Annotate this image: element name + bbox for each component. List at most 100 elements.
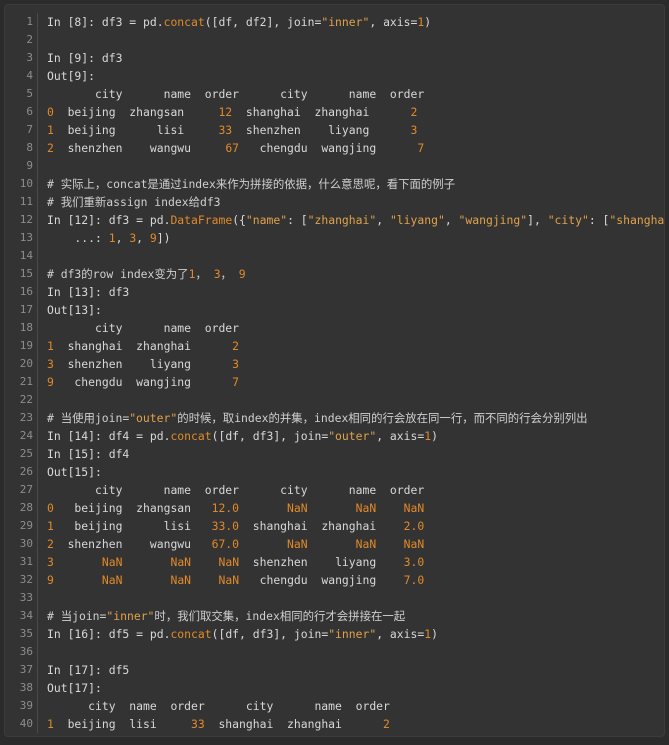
code-token: ) bbox=[431, 627, 438, 641]
code-line: city name order bbox=[47, 319, 664, 337]
code-token: 9 bbox=[149, 231, 157, 245]
line-number: 33 bbox=[19, 591, 33, 604]
line-number: 38 bbox=[19, 681, 33, 694]
code-token: "shanghai" bbox=[609, 213, 665, 227]
line-number: 11 bbox=[19, 195, 33, 208]
code-line: # df3的row index变为了1， 3， 9 bbox=[47, 265, 664, 283]
line-number: 5 bbox=[26, 87, 33, 100]
code-token: 33.0 bbox=[211, 519, 240, 533]
code-token: NaN bbox=[403, 537, 425, 551]
code-token: beijing lisi bbox=[53, 123, 219, 137]
code-token: 2 bbox=[232, 339, 240, 353]
code-token: NaN bbox=[287, 501, 308, 515]
code-token: 33 bbox=[191, 717, 205, 731]
code-token: In [16]: df5 = pd. bbox=[47, 627, 171, 641]
code-token: NaN bbox=[218, 555, 240, 569]
code-token: beijing zhangsan bbox=[53, 501, 212, 515]
code-token: ({ bbox=[232, 213, 246, 227]
code-token: In [8]: df3 = pd. bbox=[47, 15, 164, 29]
code-token: city name order city name order bbox=[47, 87, 425, 101]
code-line: 0 beijing zhangsan 12.0 NaN NaN NaN bbox=[47, 499, 664, 517]
code-token: 1 bbox=[47, 123, 54, 137]
code-token: 7 bbox=[232, 375, 240, 389]
code-line: # 实际上，concat是通过index来作为拼接的依据，什么意思呢，看下面的例… bbox=[47, 175, 664, 193]
code-token: 3 bbox=[213, 267, 221, 281]
line-number: 31 bbox=[19, 555, 33, 568]
code-token: # 实际上，concat是通过index来作为拼接的依据，什么意思呢，看下面的例… bbox=[47, 177, 456, 191]
line-number-gutter: 1 2 3 4 5 6 7 8 9 10 11 12 13 14 15 16 17 18 19 20 21 22 23 24 2… bbox=[5, 13, 38, 733]
code-line: 3 NaN NaN NaN shenzhen liyang 3.0 bbox=[47, 553, 664, 571]
line-number: 18 bbox=[19, 321, 33, 334]
code-token: city name order city name order bbox=[47, 483, 425, 497]
code-token: "inner" bbox=[106, 609, 155, 623]
line-number: 30 bbox=[19, 537, 33, 550]
code-token: 3 bbox=[47, 357, 54, 371]
code-token: 1 bbox=[47, 717, 54, 731]
code-token: Out[17]: bbox=[47, 681, 102, 695]
line-number: 14 bbox=[19, 249, 33, 262]
code-line: 9 NaN NaN NaN chengdu wangjing 7.0 bbox=[47, 571, 664, 589]
line-number: 20 bbox=[19, 357, 33, 370]
code-token: 2 bbox=[410, 105, 418, 119]
code-token: NaN bbox=[355, 501, 377, 515]
code-token: 9 bbox=[238, 267, 246, 281]
code-line: city name order city name order bbox=[47, 481, 664, 499]
code-token: "outer" bbox=[328, 429, 377, 443]
code-token: city name order bbox=[47, 321, 240, 335]
code-token: 9 bbox=[47, 375, 54, 389]
code-token: In [14]: df4 = pd. bbox=[47, 429, 171, 443]
code-line: city name order city name order bbox=[47, 697, 664, 715]
code-token: 1 bbox=[47, 519, 54, 533]
code-line: Out[15]: bbox=[47, 463, 664, 481]
line-number: 19 bbox=[19, 339, 33, 352]
code-token: 2.0 bbox=[403, 519, 425, 533]
code-token: ， bbox=[220, 267, 239, 281]
code-token: 7.0 bbox=[403, 573, 425, 587]
code-line: 1 beijing lisi 33 shenzhen liyang 3 bbox=[47, 121, 664, 139]
code-line: In [8]: df3 = pd.concat([df, df2], join=… bbox=[47, 13, 664, 31]
line-number: 40 bbox=[19, 717, 33, 730]
code-token: ...: bbox=[47, 231, 109, 245]
code-token: 3 bbox=[47, 555, 54, 569]
code-token: , bbox=[136, 231, 150, 245]
code-token: # 我们重新assign index给df3 bbox=[47, 195, 221, 209]
code-token: "city" bbox=[547, 213, 589, 227]
code-token: NaN bbox=[170, 573, 192, 587]
code-token: ([df, df3], join= bbox=[211, 429, 329, 443]
code-token: # 当join= bbox=[47, 609, 107, 623]
code-token: 9 bbox=[47, 573, 54, 587]
code-token: 2 bbox=[47, 537, 54, 551]
code-token: shenzhen liyang bbox=[239, 555, 404, 569]
code-token: ], bbox=[527, 213, 548, 227]
code-token: shenzhen wangwu bbox=[53, 141, 226, 155]
line-number: 28 bbox=[19, 501, 33, 514]
code-token: chengdu wangjing bbox=[239, 141, 418, 155]
code-token: city name order city name order bbox=[47, 699, 390, 713]
code-token: # 当使用join= bbox=[47, 411, 130, 425]
code-line: city name order city name order bbox=[47, 85, 664, 103]
code-token: "zhanghai" bbox=[307, 213, 377, 227]
code-line: 9 chengdu wangjing 7 bbox=[47, 373, 664, 391]
code-token: 2 bbox=[47, 141, 54, 155]
code-token: In [13]: df3 bbox=[47, 285, 130, 299]
code-token: "liyang" bbox=[389, 213, 445, 227]
code-token: NaN bbox=[170, 555, 192, 569]
line-number: 25 bbox=[19, 447, 33, 460]
code-area[interactable]: In [8]: df3 = pd.concat([df, df2], join=… bbox=[47, 13, 664, 733]
line-number: 10 bbox=[19, 177, 33, 190]
line-number: 37 bbox=[19, 663, 33, 676]
code-line: # 我们重新assign index给df3 bbox=[47, 193, 664, 211]
line-number: 24 bbox=[19, 429, 33, 442]
code-editor[interactable]: 1 2 3 4 5 6 7 8 9 10 11 12 13 14 15 16 17 18 19 20 21 22 23 24 2… bbox=[4, 4, 665, 737]
code-token: 7 bbox=[417, 141, 425, 155]
code-line: 1 beijing lisi 33 shanghai zhanghai 2 bbox=[47, 715, 664, 733]
code-token: In [15]: df4 bbox=[47, 447, 130, 461]
